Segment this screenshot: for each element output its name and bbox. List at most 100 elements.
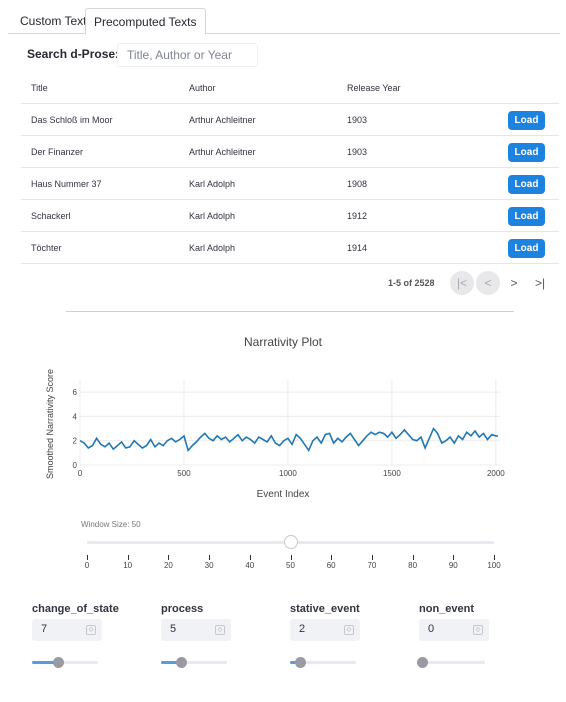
narrativity-plot: 02460 500 1000 1500 2000	[73, 380, 505, 478]
slider-tick	[412, 555, 414, 560]
param-slider-track[interactable]	[161, 661, 227, 664]
param-slider-thumb[interactable]	[53, 657, 65, 668]
tab-bar: Custom Text Precomputed Texts	[8, 8, 560, 35]
table-row: Töchter Karl Adolph 1914 Load	[21, 232, 559, 264]
table-row: Der Finanzer Arthur Achleitner 1903 Load	[21, 136, 559, 168]
x-tick-label: 1500	[383, 469, 401, 478]
slider-tick-label: 50	[286, 561, 295, 570]
load-button[interactable]: Load	[508, 175, 545, 194]
slider-tick-label: 80	[408, 561, 418, 570]
number-input[interactable]: 0 ◇	[419, 619, 489, 641]
column-header-title[interactable]: Title	[31, 72, 48, 104]
table-row: Schackerl Karl Adolph 1912 Load	[21, 200, 559, 232]
param-slider-track[interactable]	[32, 661, 98, 664]
param-stative-event: stative_event 2 ◇	[290, 600, 410, 680]
slider-tick-label: 0	[84, 561, 90, 570]
param-slider-track[interactable]	[419, 661, 485, 664]
number-input[interactable]: 5 ◇	[161, 619, 231, 641]
slider-tick	[249, 555, 251, 560]
stepper-icon[interactable]: ◇	[215, 625, 225, 635]
number-value: 7	[41, 623, 48, 635]
number-input[interactable]: 2 ◇	[290, 619, 360, 641]
tab-custom-text[interactable]: Custom Text	[12, 8, 94, 34]
param-label: stative_event	[290, 603, 360, 615]
stepper-icon[interactable]: ◇	[473, 625, 483, 635]
x-tick-label: 1000	[279, 469, 297, 478]
window-size-label: Window Size: 50	[81, 520, 141, 529]
param-change-of-state: change_of_state 7 ◇	[32, 600, 152, 680]
slider-tick	[127, 555, 129, 560]
cell-author: Arthur Achleitner	[189, 115, 256, 125]
load-button[interactable]: Load	[508, 111, 545, 130]
cell-author: Arthur Achleitner	[189, 147, 256, 157]
cell-title: Töchter	[31, 243, 62, 253]
series-line-narrativity	[79, 427, 498, 453]
y-tick-label: 4	[73, 412, 78, 421]
slider-tick-label: 100	[487, 561, 501, 570]
slider-tick	[87, 555, 88, 560]
x-axis-label: Event Index	[256, 489, 310, 500]
search-input[interactable]	[117, 43, 258, 67]
slider-tick	[331, 555, 333, 560]
cell-title: Der Finanzer	[31, 147, 84, 157]
param-process: process 5 ◇	[161, 600, 281, 680]
pagination-range: 1-5 of 2528	[388, 278, 435, 288]
load-button[interactable]: Load	[508, 239, 545, 258]
cell-title: Schackerl	[31, 211, 71, 221]
slider-tick-label: 60	[326, 561, 336, 570]
param-slider-thumb[interactable]	[175, 657, 187, 668]
texts-table: Title Author Release Year Das Schloß im …	[21, 72, 559, 264]
slider-tick	[371, 555, 373, 560]
x-tick-label: 500	[177, 469, 191, 478]
slider-tick-label: 70	[367, 561, 377, 570]
cell-year: 1903	[347, 115, 368, 125]
tab-precomputed-texts[interactable]: Precomputed Texts	[85, 8, 206, 35]
slider-tick	[209, 555, 211, 560]
slider-tick	[453, 555, 455, 560]
slider-tick-label: 20	[163, 561, 173, 570]
param-label: non_event	[419, 603, 475, 615]
param-non-event: non_event 0 ◇	[417, 600, 539, 680]
load-button[interactable]: Load	[508, 207, 545, 226]
column-header-release-year[interactable]: Release Year	[347, 72, 401, 104]
param-slider-thumb[interactable]	[417, 657, 428, 668]
column-header-author[interactable]: Author	[189, 72, 216, 104]
load-button[interactable]: Load	[508, 143, 545, 162]
slider-tick	[494, 555, 495, 560]
cell-year: 1903	[347, 147, 368, 157]
x-tick-label: 2000	[487, 469, 505, 478]
cell-title: Das Schloß im Moor	[31, 115, 113, 125]
cell-year: 1912	[347, 211, 368, 221]
number-value: 2	[299, 623, 306, 635]
next-page-icon[interactable]: >	[502, 271, 526, 295]
slider-tick-label: 40	[245, 561, 255, 570]
param-slider-thumb[interactable]	[294, 657, 306, 668]
window-size-slider-thumb[interactable]	[283, 535, 298, 549]
section-divider	[66, 311, 514, 312]
number-value: 0	[428, 623, 435, 635]
cell-title: Haus Nummer 37	[31, 179, 102, 189]
table-row: Haus Nummer 37 Karl Adolph 1908 Load	[21, 168, 559, 200]
slider-tick-label: 10	[123, 561, 133, 570]
table-row: Das Schloß im Moor Arthur Achleitner 190…	[21, 104, 559, 136]
param-label: process	[161, 603, 204, 615]
param-label: change_of_state	[32, 603, 119, 615]
cell-year: 1908	[347, 179, 368, 189]
last-page-icon[interactable]: >|	[528, 271, 552, 295]
plot-title: Narrativity Plot	[243, 335, 323, 349]
cell-author: Karl Adolph	[189, 179, 236, 189]
number-input[interactable]: 7 ◇	[32, 619, 102, 641]
stepper-icon[interactable]: ◇	[86, 625, 96, 635]
slider-tick-label: 30	[204, 561, 214, 570]
stepper-icon[interactable]: ◇	[344, 625, 354, 635]
cell-year: 1914	[347, 243, 368, 253]
y-tick-label: 6	[73, 388, 78, 397]
first-page-icon[interactable]: |<	[450, 271, 474, 295]
search-label: Search d-Prose:	[27, 47, 120, 61]
cell-author: Karl Adolph	[189, 243, 236, 253]
prev-page-icon[interactable]: <	[476, 271, 500, 295]
param-slider-fill	[32, 661, 56, 664]
slider-tick-label: 90	[448, 561, 458, 570]
table-header: Title Author Release Year	[21, 72, 559, 104]
cell-author: Karl Adolph	[189, 211, 236, 221]
